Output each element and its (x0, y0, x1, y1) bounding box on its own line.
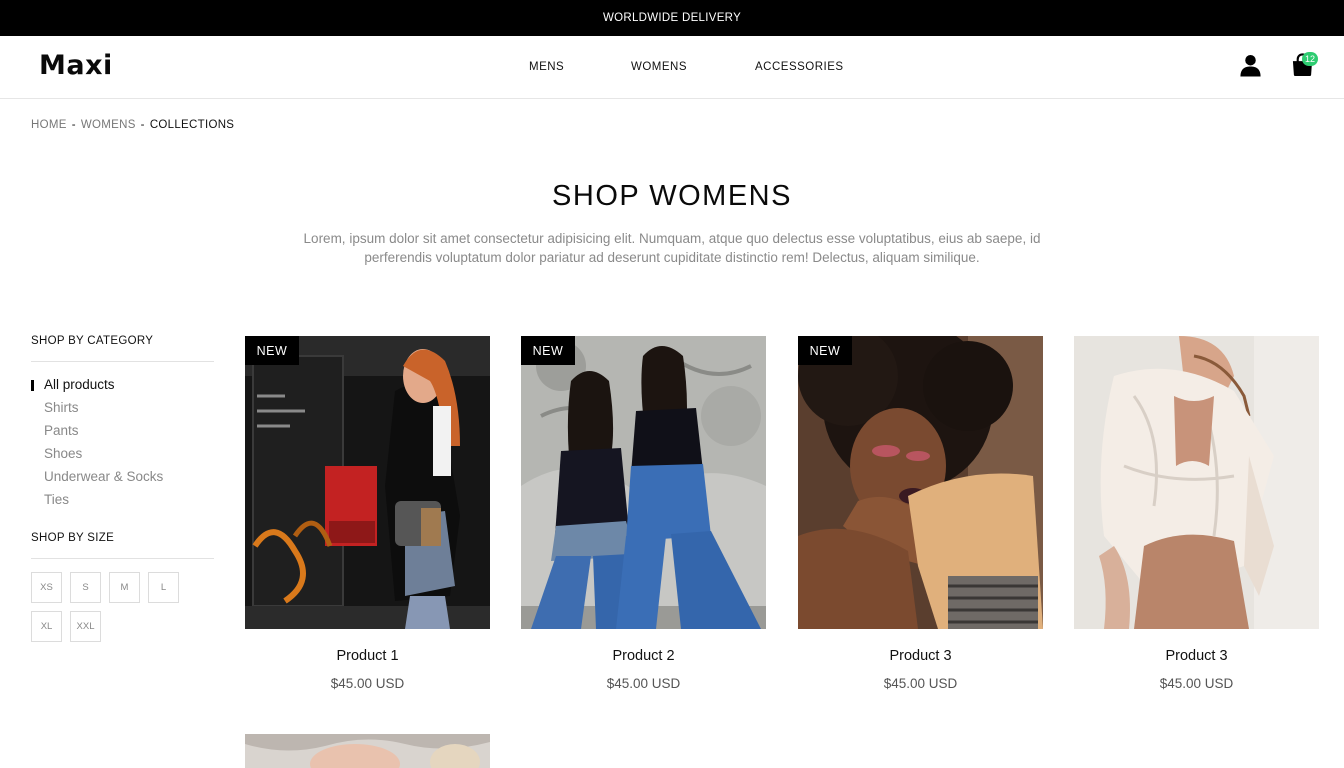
category-label: Pants (44, 423, 79, 438)
size-option-l[interactable]: L (148, 572, 179, 603)
category-label: Underwear & Socks (44, 469, 164, 484)
breadcrumb-womens[interactable]: WOMENS (81, 119, 136, 131)
breadcrumb-current: COLLECTIONS (149, 119, 235, 131)
category-label: Shoes (44, 446, 83, 461)
size-option-xs[interactable]: XS (31, 572, 62, 603)
breadcrumb: HOME - WOMENS - COLLECTIONS (31, 119, 234, 131)
category-heading: SHOP BY CATEGORY (31, 335, 154, 347)
category-item-pants[interactable]: Pants (31, 422, 214, 445)
main-nav: MENS WOMENS ACCESSORIES (0, 61, 1344, 75)
new-badge: NEW (798, 336, 852, 365)
product-price: $45.00 USD (606, 676, 681, 691)
breadcrumb-separator: - (71, 119, 76, 131)
product-card[interactable]: NEW Product 1 $45.00 USD (245, 336, 490, 706)
product-price: $45.00 USD (883, 676, 958, 691)
nav-link-womens[interactable]: WOMENS (631, 61, 687, 73)
page-description: Lorem, ipsum dolor sit amet consectetur … (303, 231, 1041, 265)
category-item-ties[interactable]: Ties (31, 491, 214, 514)
cart-count-badge: 12 (1302, 52, 1318, 66)
product-price: $45.00 USD (330, 676, 405, 691)
active-marker (31, 380, 34, 391)
nav-link-accessories[interactable]: ACCESSORIES (755, 61, 844, 73)
product-card[interactable]: NEW Product 2 $45.00 USD (521, 336, 766, 706)
category-list: All products Shirts Pants Shoes Underwea… (31, 376, 214, 514)
product-name[interactable]: Product 2 (521, 648, 766, 664)
user-icon[interactable] (1239, 53, 1262, 77)
announcement-bar: WORLDWIDE DELIVERY (0, 0, 1344, 36)
product-name[interactable]: Product 3 (1074, 648, 1319, 664)
size-option-s[interactable]: S (70, 572, 101, 603)
product-image[interactable] (245, 336, 490, 629)
divider (31, 361, 214, 362)
divider (31, 558, 214, 559)
product-card[interactable] (245, 734, 490, 768)
product-card[interactable]: NEW Product 3 $45.00 USD (798, 336, 1043, 706)
new-badge: NEW (245, 336, 299, 365)
product-image[interactable] (521, 336, 766, 629)
nav-link-mens[interactable]: MENS (529, 61, 564, 73)
category-item-shoes[interactable]: Shoes (31, 445, 214, 468)
size-heading: SHOP BY SIZE (31, 532, 115, 544)
category-item-underwear-socks[interactable]: Underwear & Socks (31, 468, 214, 491)
size-option-xxl[interactable]: XXL (70, 611, 101, 642)
product-name[interactable]: Product 1 (245, 648, 490, 664)
category-label: Shirts (44, 400, 79, 415)
product-image[interactable] (1074, 336, 1319, 629)
product-image[interactable] (798, 336, 1043, 629)
category-label: All products (44, 377, 115, 392)
new-badge: NEW (521, 336, 575, 365)
category-item-all-products[interactable]: All products (31, 376, 214, 399)
site-header: Maxi MENS WOMENS ACCESSORIES (0, 36, 1344, 99)
breadcrumb-separator: - (140, 119, 145, 131)
product-card[interactable]: Product 3 $45.00 USD (1074, 336, 1319, 706)
product-name[interactable]: Product 3 (798, 648, 1043, 664)
product-image[interactable] (245, 734, 490, 768)
size-option-m[interactable]: M (109, 572, 140, 603)
announcement-text: WORLDWIDE DELIVERY (602, 12, 742, 24)
category-label: Ties (44, 492, 70, 507)
product-price: $45.00 USD (1159, 676, 1234, 691)
breadcrumb-home[interactable]: HOME (31, 119, 67, 131)
category-item-shirts[interactable]: Shirts (31, 399, 214, 422)
size-option-xl[interactable]: XL (31, 611, 62, 642)
page-title: SHOP WOMENS (552, 180, 792, 212)
